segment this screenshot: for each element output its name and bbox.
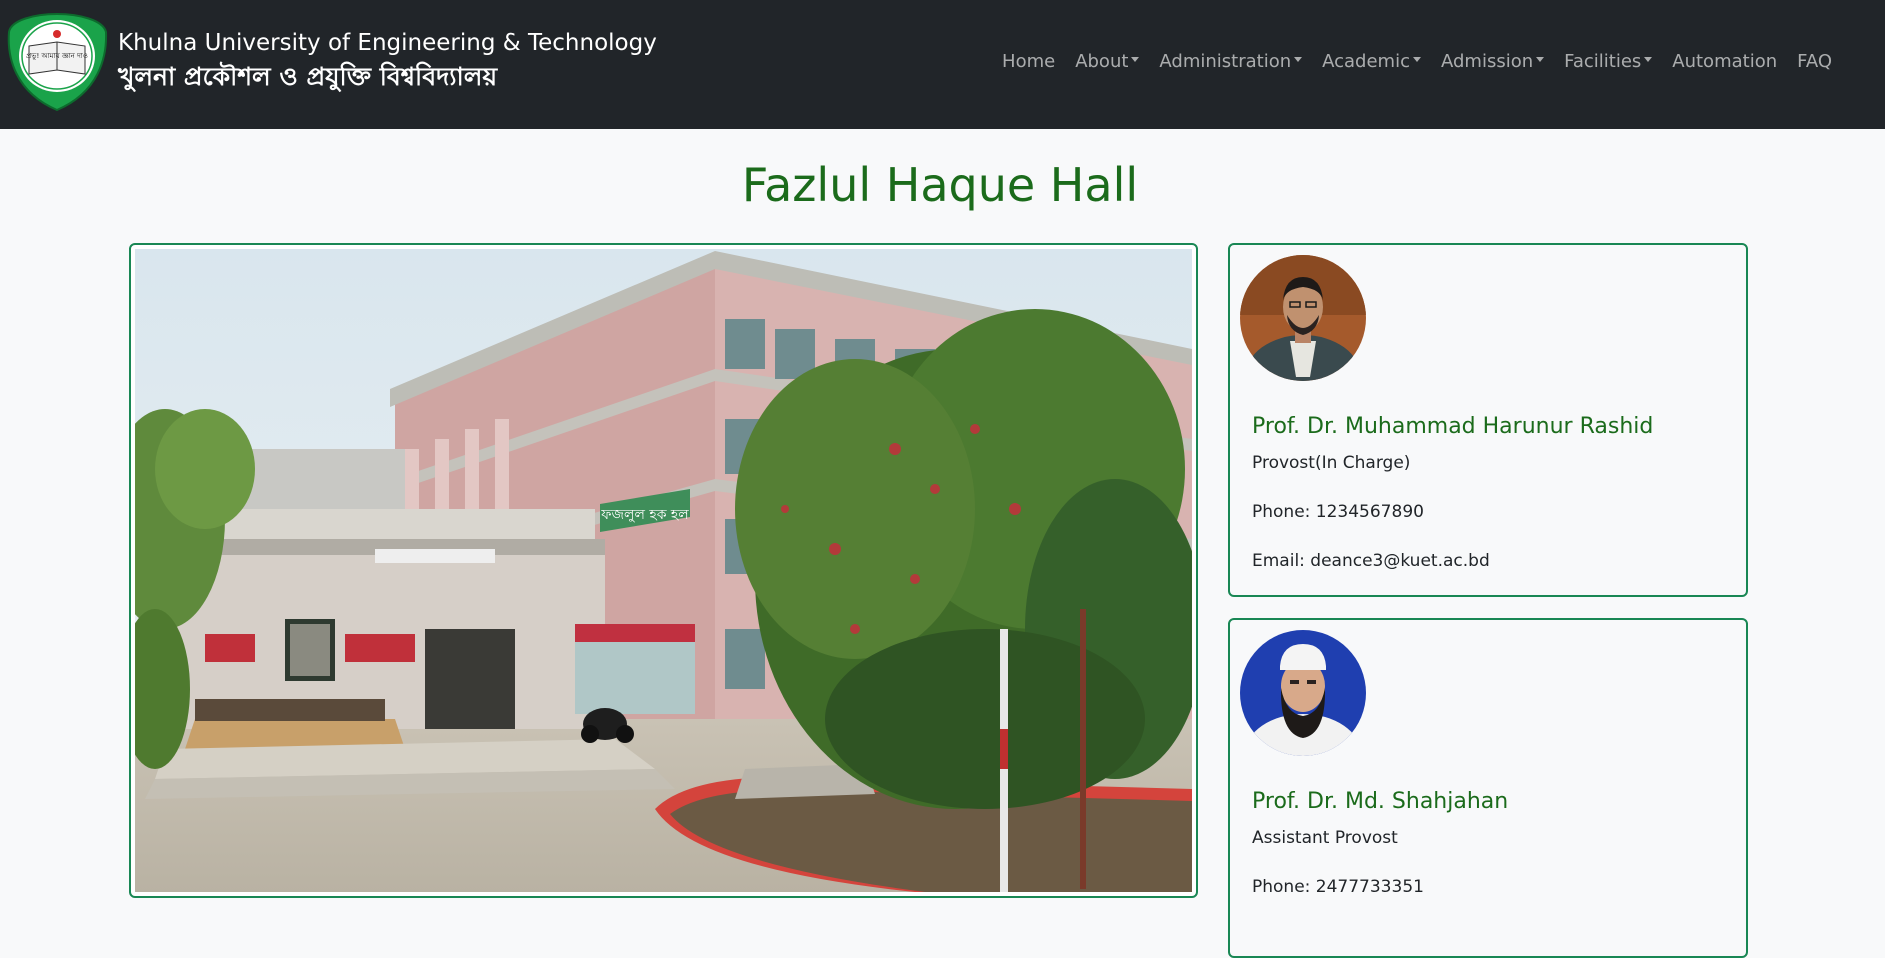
nav-home[interactable]: Home — [992, 49, 1065, 75]
caret-down-icon — [1644, 56, 1653, 62]
provost-avatar-icon — [1240, 255, 1366, 381]
staff-phone: Phone: 2477733351 — [1252, 877, 1424, 897]
nav-faq[interactable]: FAQ — [1787, 49, 1842, 75]
nav-home-label: Home — [1002, 51, 1056, 72]
nav-about-label: About — [1075, 51, 1129, 72]
staff-email: Email: deance3@kuet.ac.bd — [1252, 551, 1490, 571]
hall-wall-sign-text: ফজলুল হক হল — [600, 507, 689, 523]
nav-administration-dropdown[interactable]: Administration — [1149, 49, 1312, 75]
page-title: Fazlul Haque Hall — [741, 158, 1139, 212]
logo-motto-text: প্রভু! আমায় জ্ঞান দাও — [26, 52, 88, 60]
nav-faq-label: FAQ — [1797, 51, 1832, 72]
nav-facilities-dropdown[interactable]: Facilities — [1554, 49, 1662, 75]
nav-automation-label: Automation — [1672, 51, 1778, 72]
top-navbar: প্রভু! আমায় জ্ঞান দাও Khulna University… — [0, 0, 1885, 129]
nav-academic-label: Academic — [1322, 51, 1410, 72]
assistant-provost-avatar-icon — [1240, 630, 1366, 756]
nav-admission-label: Admission — [1440, 51, 1534, 72]
nav-admission-dropdown[interactable]: Admission — [1431, 49, 1554, 75]
caret-down-icon — [1412, 56, 1421, 62]
main-nav: Home About Administration Academic Admis… — [992, 49, 1842, 75]
staff-role: Assistant Provost — [1252, 828, 1398, 848]
staff-name: Prof. Dr. Md. Shahjahan — [1252, 789, 1509, 814]
staff-role: Provost(In Charge) — [1252, 453, 1411, 473]
nav-facilities-label: Facilities — [1564, 51, 1642, 72]
staff-phone: Phone: 1234567890 — [1252, 502, 1424, 522]
brand-name-bangla[interactable]: খুলনা প্রকৌশল ও প্রযুক্তি বিশ্ববিদ্যালয় — [118, 61, 497, 93]
nav-academic-dropdown[interactable]: Academic — [1312, 49, 1431, 75]
nav-about-dropdown[interactable]: About — [1065, 49, 1149, 75]
staff-card-provost: Prof. Dr. Muhammad Harunur Rashid Provos… — [1228, 243, 1748, 597]
brand-name-english[interactable]: Khulna University of Engineering & Techn… — [118, 28, 657, 58]
kuet-logo-icon[interactable]: প্রভু! আমায় জ্ঞান দাও — [7, 12, 108, 112]
caret-down-icon — [1536, 56, 1545, 62]
staff-card-assistant-provost: Prof. Dr. Md. Shahjahan Assistant Provos… — [1228, 618, 1748, 958]
caret-down-icon — [1131, 56, 1140, 62]
nav-administration-label: Administration — [1159, 51, 1292, 72]
caret-down-icon — [1294, 56, 1303, 62]
hall-building-photo: ফজলুল হক হল — [135, 249, 1192, 892]
hall-photo-card: ফজলুল হক হল — [129, 243, 1198, 898]
staff-name: Prof. Dr. Muhammad Harunur Rashid — [1252, 414, 1654, 439]
nav-automation[interactable]: Automation — [1662, 49, 1787, 75]
